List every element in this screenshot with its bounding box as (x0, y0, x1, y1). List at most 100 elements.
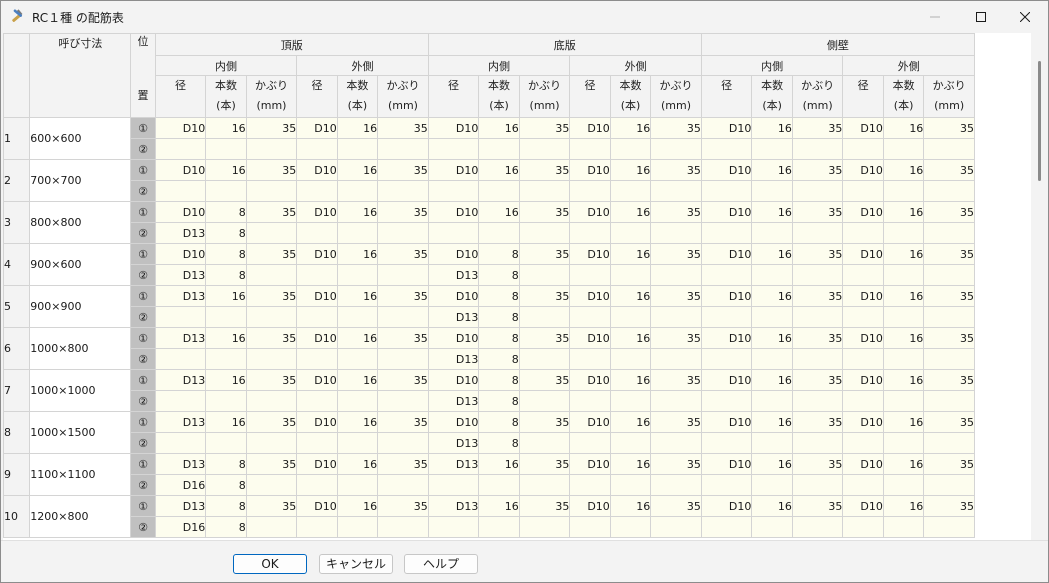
diameter-cell[interactable] (842, 264, 884, 286)
count-cell[interactable]: 8 (205, 516, 247, 538)
diameter-cell[interactable]: D13 (427, 453, 480, 475)
count-cell[interactable] (336, 180, 379, 202)
count-cell[interactable]: 16 (609, 369, 652, 391)
diameter-cell[interactable]: D10 (296, 369, 338, 391)
diameter-cell[interactable]: D10 (700, 369, 753, 391)
diameter-cell[interactable] (569, 516, 611, 538)
count-cell[interactable] (882, 264, 925, 286)
cover-cell[interactable]: 35 (245, 159, 298, 181)
count-cell[interactable]: 16 (882, 201, 925, 223)
diameter-cell[interactable]: D13 (427, 348, 480, 370)
count-cell[interactable] (336, 474, 379, 496)
count-cell[interactable] (336, 264, 379, 286)
title-bar[interactable]: RC１種 の配筋表 (1, 1, 1048, 32)
count-cell[interactable] (478, 222, 520, 244)
count-cell[interactable] (751, 432, 793, 454)
count-cell[interactable]: 16 (751, 453, 793, 475)
count-cell[interactable]: 8 (478, 243, 520, 265)
count-cell[interactable]: 8 (205, 201, 247, 223)
cover-cell[interactable]: 35 (518, 495, 571, 517)
diameter-cell[interactable]: D10 (569, 495, 611, 517)
diameter-cell[interactable]: D10 (569, 159, 611, 181)
diameter-cell[interactable]: D13 (154, 264, 207, 286)
cover-cell[interactable] (650, 516, 702, 538)
diameter-cell[interactable]: D13 (427, 432, 480, 454)
count-cell[interactable] (478, 516, 520, 538)
cover-cell[interactable] (791, 474, 844, 496)
count-cell[interactable]: 16 (205, 411, 247, 433)
size-cell[interactable]: 1100×1100 (29, 453, 132, 496)
position-cell[interactable]: ② (130, 222, 156, 244)
cover-cell[interactable]: 35 (377, 495, 429, 517)
count-cell[interactable]: 16 (478, 495, 520, 517)
diameter-cell[interactable] (842, 180, 884, 202)
count-cell[interactable] (609, 306, 652, 328)
diameter-cell[interactable] (154, 180, 207, 202)
scrollbar-thumb[interactable] (1038, 61, 1041, 181)
count-cell[interactable]: 16 (478, 159, 520, 181)
count-cell[interactable]: 16 (751, 201, 793, 223)
cover-cell[interactable]: 35 (377, 243, 429, 265)
diameter-cell[interactable] (296, 474, 338, 496)
position-cell[interactable]: ② (130, 348, 156, 370)
diameter-cell[interactable]: D10 (842, 411, 884, 433)
position-cell[interactable]: ② (130, 390, 156, 412)
diameter-cell[interactable]: D16 (154, 474, 207, 496)
cover-cell[interactable]: 35 (518, 453, 571, 475)
diameter-cell[interactable]: D10 (700, 243, 753, 265)
diameter-cell[interactable] (700, 516, 753, 538)
cover-cell[interactable]: 35 (791, 159, 844, 181)
count-cell[interactable] (751, 306, 793, 328)
count-cell[interactable] (751, 180, 793, 202)
position-cell[interactable]: ② (130, 138, 156, 160)
count-cell[interactable]: 16 (751, 159, 793, 181)
maximize-button[interactable] (958, 1, 1004, 32)
cover-cell[interactable] (650, 138, 702, 160)
cover-cell[interactable] (791, 432, 844, 454)
count-cell[interactable]: 16 (336, 201, 379, 223)
diameter-cell[interactable] (569, 180, 611, 202)
cover-cell[interactable]: 35 (377, 117, 429, 139)
count-cell[interactable] (205, 348, 247, 370)
position-cell[interactable]: ① (130, 327, 156, 349)
count-cell[interactable]: 8 (478, 348, 520, 370)
cover-cell[interactable] (518, 306, 571, 328)
diameter-cell[interactable] (842, 138, 884, 160)
cover-cell[interactable]: 35 (791, 411, 844, 433)
ok-button[interactable]: OK (233, 554, 307, 574)
position-cell[interactable]: ① (130, 411, 156, 433)
diameter-cell[interactable]: D10 (296, 327, 338, 349)
cover-cell[interactable] (923, 180, 975, 202)
count-cell[interactable] (478, 138, 520, 160)
cover-cell[interactable] (518, 432, 571, 454)
count-cell[interactable]: 16 (478, 201, 520, 223)
cover-cell[interactable] (518, 516, 571, 538)
cover-cell[interactable]: 35 (245, 453, 298, 475)
count-cell[interactable] (751, 474, 793, 496)
row-number[interactable]: 2 (3, 159, 31, 202)
diameter-cell[interactable]: D10 (700, 327, 753, 349)
size-cell[interactable]: 1000×800 (29, 327, 132, 370)
count-cell[interactable]: 16 (609, 411, 652, 433)
cover-cell[interactable] (245, 474, 298, 496)
diameter-cell[interactable]: D10 (427, 159, 480, 181)
count-cell[interactable]: 8 (478, 411, 520, 433)
diameter-cell[interactable] (700, 474, 753, 496)
cover-cell[interactable]: 35 (923, 117, 975, 139)
position-cell[interactable]: ① (130, 159, 156, 181)
diameter-cell[interactable] (842, 306, 884, 328)
diameter-cell[interactable]: D10 (569, 201, 611, 223)
diameter-cell[interactable] (154, 138, 207, 160)
count-cell[interactable]: 16 (882, 117, 925, 139)
diameter-cell[interactable]: D10 (569, 117, 611, 139)
diameter-cell[interactable]: D10 (842, 495, 884, 517)
diameter-cell[interactable]: D10 (427, 369, 480, 391)
count-cell[interactable] (478, 474, 520, 496)
diameter-cell[interactable] (700, 390, 753, 412)
cover-cell[interactable]: 35 (518, 369, 571, 391)
cover-cell[interactable]: 35 (245, 327, 298, 349)
cover-cell[interactable] (650, 474, 702, 496)
cover-cell[interactable] (377, 306, 429, 328)
diameter-cell[interactable] (842, 432, 884, 454)
diameter-cell[interactable]: D10 (569, 243, 611, 265)
